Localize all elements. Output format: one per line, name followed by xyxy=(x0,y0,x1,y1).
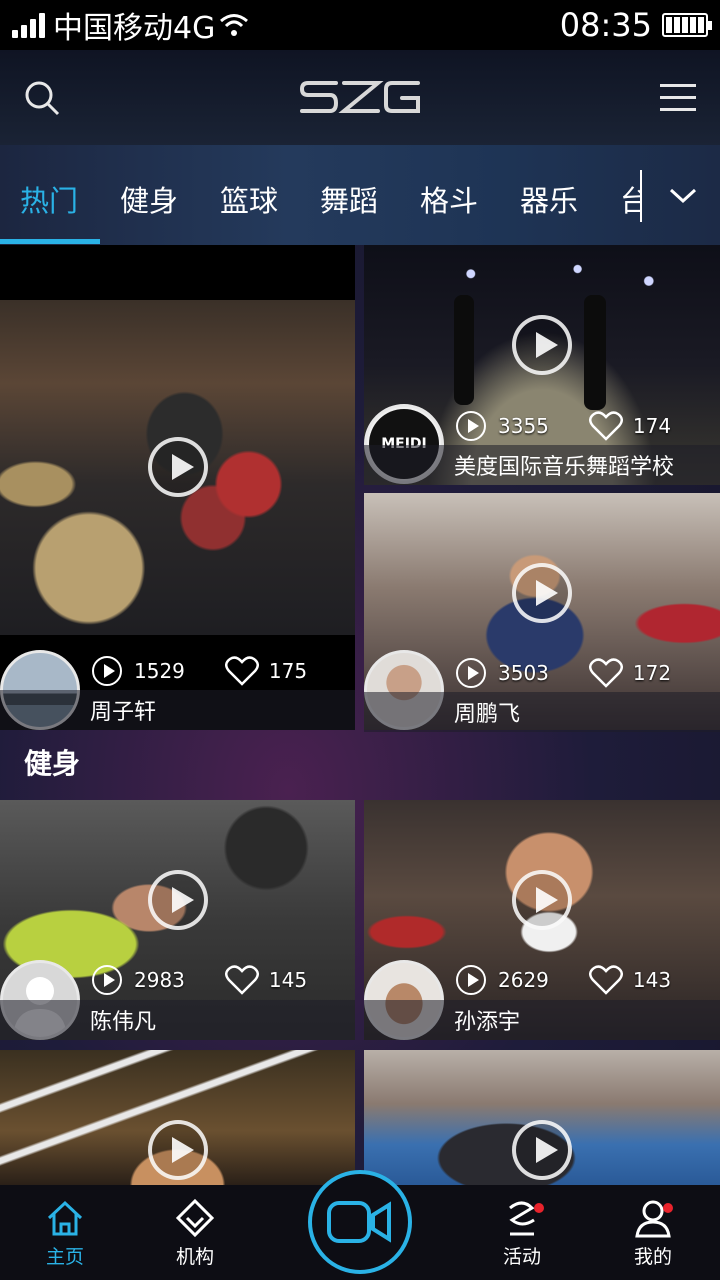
notification-badge xyxy=(534,1203,544,1213)
play-icon xyxy=(148,437,208,497)
like-count: 145 xyxy=(268,968,308,992)
nav-activity-label: 活动 xyxy=(502,1246,541,1268)
section-title: 健身 xyxy=(24,747,81,780)
nav-home-label: 主页 xyxy=(45,1246,84,1268)
nav-activity[interactable]: 活动 xyxy=(472,1190,572,1269)
video-stats: 2629 143 xyxy=(456,965,671,995)
like-count: 172 xyxy=(632,661,672,685)
signal-icon xyxy=(12,12,45,38)
nav-profile[interactable]: 我的 xyxy=(603,1190,703,1269)
clock: 08:35 xyxy=(559,6,652,44)
video-author[interactable]: 周子轩 xyxy=(0,690,355,730)
video-author[interactable]: 陈伟凡 xyxy=(0,1000,355,1040)
status-bar: 中国移动4G 08:35 xyxy=(0,0,720,50)
video-author[interactable]: 周鹏飞 xyxy=(364,692,720,732)
heart-icon[interactable] xyxy=(224,965,259,995)
play-icon xyxy=(148,1120,208,1180)
battery-icon xyxy=(662,13,712,37)
nav-profile-label: 我的 xyxy=(633,1246,672,1268)
play-count: 3355 xyxy=(498,414,549,438)
heart-icon[interactable] xyxy=(588,411,623,441)
play-icon xyxy=(512,563,572,623)
video-stats: 3355 174 xyxy=(456,411,671,441)
video-camera-icon xyxy=(327,1201,391,1243)
heart-icon[interactable] xyxy=(588,965,623,995)
tab-fitness[interactable]: 健身 xyxy=(120,178,178,220)
play-icon xyxy=(512,315,572,375)
play-count-icon xyxy=(456,658,486,688)
tab-partial[interactable]: 台 xyxy=(620,178,642,220)
video-stats: 1529 175 xyxy=(92,656,307,686)
heart-icon[interactable] xyxy=(588,658,623,688)
search-icon[interactable] xyxy=(22,78,62,118)
tab-hot[interactable]: 热门 xyxy=(20,178,78,220)
carrier-label: 中国移动4G xyxy=(53,11,216,46)
play-count: 3503 xyxy=(498,661,549,685)
video-card[interactable] xyxy=(0,1050,355,1185)
video-author[interactable]: 孙添宇 xyxy=(364,1000,720,1040)
menu-icon[interactable] xyxy=(660,84,696,112)
chevron-down-icon xyxy=(669,188,697,204)
home-icon xyxy=(47,1200,83,1236)
institution-icon xyxy=(175,1198,215,1238)
tab-basketball[interactable]: 篮球 xyxy=(220,178,278,220)
record-video-button[interactable] xyxy=(308,1170,412,1274)
app-logo xyxy=(299,81,420,113)
video-stats: 3503 172 xyxy=(456,658,671,688)
tab-indicator xyxy=(0,239,100,244)
tab-fighting[interactable]: 格斗 xyxy=(420,178,478,220)
heart-icon[interactable] xyxy=(224,656,259,686)
video-card[interactable] xyxy=(364,1050,720,1185)
tab-dance[interactable]: 舞蹈 xyxy=(320,178,378,220)
play-count: 2629 xyxy=(498,968,549,992)
play-count: 2983 xyxy=(134,968,185,992)
wifi-icon xyxy=(220,14,249,36)
play-count-icon xyxy=(456,411,486,441)
like-count: 175 xyxy=(268,659,308,683)
play-count: 1529 xyxy=(134,659,185,683)
play-count-icon xyxy=(92,965,122,995)
play-icon xyxy=(148,870,208,930)
nav-institution-label: 机构 xyxy=(175,1246,214,1268)
play-count-icon xyxy=(456,965,486,995)
play-icon xyxy=(512,1120,572,1180)
nav-institution[interactable]: 机构 xyxy=(145,1190,245,1269)
video-author[interactable]: 美度国际音乐舞蹈学校 xyxy=(364,445,720,485)
like-count: 143 xyxy=(632,968,672,992)
notification-badge xyxy=(663,1203,673,1213)
tabs-more-button[interactable] xyxy=(640,170,720,222)
tab-instrument[interactable]: 器乐 xyxy=(520,178,578,220)
nav-home[interactable]: 主页 xyxy=(15,1190,115,1269)
play-count-icon xyxy=(92,656,122,686)
like-count: 174 xyxy=(632,414,672,438)
play-icon xyxy=(512,870,572,930)
video-stats: 2983 145 xyxy=(92,965,307,995)
